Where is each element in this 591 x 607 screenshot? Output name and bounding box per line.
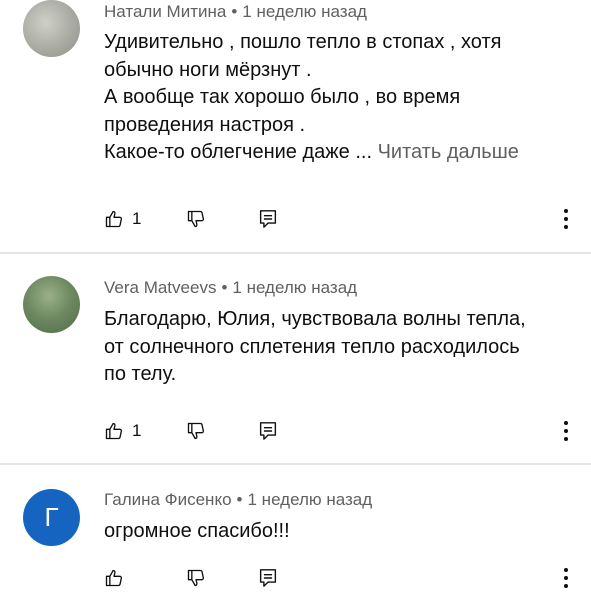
comment-line: Благодарю, Юлия, чувствовала волны тепла… — [104, 308, 526, 330]
thumb-down-icon — [187, 422, 205, 440]
comment-line: по телу. — [104, 363, 177, 385]
meta-separator: • — [236, 490, 243, 509]
author-name[interactable]: Галина Фисенко — [104, 490, 232, 509]
avatar[interactable] — [23, 276, 80, 333]
read-more-link[interactable]: Читать дальше — [378, 141, 519, 163]
like-button[interactable] — [104, 566, 124, 590]
reply-button[interactable] — [259, 207, 277, 231]
reply-button[interactable] — [259, 566, 277, 590]
comment-line: обычно ноги мёрзнут . — [104, 58, 312, 81]
thumb-up-icon — [105, 422, 123, 440]
avatar-letter: Г — [44, 502, 59, 532]
comment-meta: Галина Фисенко • 1 неделю назад — [104, 490, 372, 510]
avatar[interactable] — [23, 0, 80, 57]
comment-line: А вообще так хорошо было , во время — [104, 86, 461, 108]
reply-icon — [259, 569, 277, 587]
author-name[interactable]: Натали Митина — [104, 2, 226, 21]
thumb-up-icon — [105, 210, 123, 228]
comment-actions — [104, 566, 584, 590]
comment-time[interactable]: 1 неделю назад — [248, 490, 373, 509]
comment-text: Удивительно , пошло тепло в стопах , хот… — [104, 29, 574, 167]
comment-text: Благодарю, Юлия, чувствовала волны тепла… — [104, 306, 574, 389]
reply-icon — [259, 210, 277, 228]
reply-button[interactable] — [259, 419, 277, 443]
divider — [0, 463, 591, 465]
thumb-down-icon — [187, 210, 205, 228]
comment-line: Удивительно , пошло тепло в стопах , хот… — [104, 31, 502, 53]
like-count: 1 — [132, 421, 142, 440]
like-count: 1 — [132, 209, 142, 228]
comment-line-text: Какое-то облегчение даже ... — [104, 141, 372, 163]
reply-icon — [259, 422, 277, 440]
comment-meta: Vera Matveevs • 1 неделю назад — [104, 278, 357, 298]
more-vertical-icon — [564, 209, 568, 229]
comment-time[interactable]: 1 неделю назад — [242, 2, 367, 21]
comment-actions: 1 — [104, 419, 584, 443]
comment-meta: Натали Митина • 1 неделю назад — [104, 2, 367, 22]
comment-line: проведения настроя . — [104, 113, 306, 136]
meta-separator: • — [221, 278, 228, 297]
author-name[interactable]: Vera Matveevs — [104, 278, 216, 297]
comment-time[interactable]: 1 неделю назад — [232, 278, 357, 297]
more-vertical-icon — [564, 568, 568, 588]
thumb-down-icon — [187, 569, 205, 587]
more-options-button[interactable] — [563, 566, 569, 590]
dislike-button[interactable] — [186, 419, 206, 443]
comment-actions: 1 — [104, 207, 584, 231]
comment-text: огромное спасибо!!! — [104, 518, 574, 546]
more-options-button[interactable] — [563, 419, 569, 443]
dislike-button[interactable] — [186, 207, 206, 231]
avatar[interactable]: Г — [23, 489, 80, 546]
comment-line: от солнечного сплетения тепло расходилос… — [104, 335, 520, 358]
more-options-button[interactable] — [563, 207, 569, 231]
meta-separator: • — [231, 2, 238, 21]
thumb-up-icon — [105, 569, 123, 587]
divider — [0, 252, 591, 254]
more-vertical-icon — [564, 421, 568, 441]
like-button[interactable]: 1 — [104, 419, 141, 443]
dislike-button[interactable] — [186, 566, 206, 590]
comment-line: огромное спасибо!!! — [104, 520, 290, 542]
like-button[interactable]: 1 — [104, 207, 141, 231]
comment-line: Какое-то облегчение даже ... Читать даль… — [104, 139, 574, 167]
